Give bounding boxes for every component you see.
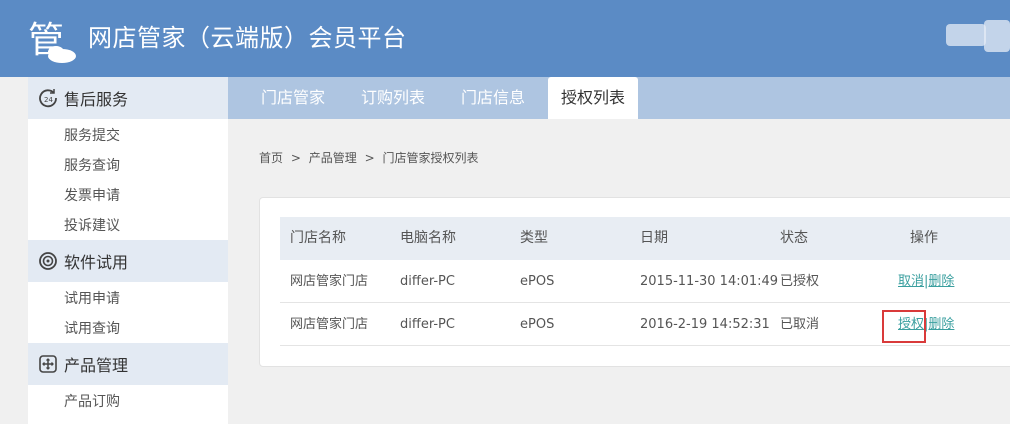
sidebar-item-service-query[interactable]: 服务查询 <box>64 156 120 176</box>
cell-date: 2015-11-30 14:01:49 <box>640 274 779 289</box>
delete-link[interactable]: 删除 <box>928 317 954 332</box>
sidebar: 24 售后服务 服务提交 服务查询 发票申请 投诉建议 软件试用 试用申请 试用… <box>28 77 228 424</box>
24h-clock-icon: 24 <box>38 88 58 108</box>
cell-store: 网店管家门店 <box>290 317 369 332</box>
cell-date: 2016-2-19 14:52:31 <box>640 317 770 332</box>
tab-store-info[interactable]: 门店信息 <box>446 77 540 119</box>
tab-auth-list[interactable]: 授权列表 <box>548 77 638 119</box>
column-header-store: 门店名称 <box>290 230 346 246</box>
breadcrumb: 首页 > 产品管理 > 门店管家授权列表 <box>259 149 482 166</box>
move-icon <box>38 354 58 374</box>
cell-store: 网店管家门店 <box>290 274 369 289</box>
logo-icon: 管 <box>28 20 76 63</box>
sidebar-section-trial[interactable]: 软件试用 <box>28 240 228 282</box>
table-row: 网店管家门店 differ-PC ePOS 2016-2-19 14:52:31… <box>280 303 1010 346</box>
tab-bar: 门店管家 订购列表 门店信息 授权列表 <box>228 77 1010 119</box>
tab-order-list[interactable]: 订购列表 <box>346 77 440 119</box>
cell-status: 已授权 <box>780 274 820 289</box>
breadcrumb-separator: > <box>290 151 301 165</box>
sidebar-section-product[interactable]: 产品管理 <box>28 343 228 385</box>
top-header: 管 网店管家（云端版）会员平台 <box>0 0 1010 77</box>
column-header-pc: 电脑名称 <box>400 230 456 246</box>
sidebar-section-after-sales[interactable]: 24 售后服务 <box>28 77 228 119</box>
column-header-actions: 操作 <box>910 230 938 246</box>
sidebar-item-trial-apply[interactable]: 试用申请 <box>64 289 120 309</box>
table-row: 网店管家门店 differ-PC ePOS 2015-11-30 14:01:4… <box>280 260 1010 303</box>
cell-pc: differ-PC <box>400 274 455 289</box>
cell-pc: differ-PC <box>400 317 455 332</box>
sidebar-item-product-order[interactable]: 产品订购 <box>64 392 120 412</box>
main-content: 首页 > 产品管理 > 门店管家授权列表 门店名称 电脑名称 类型 日期 状态 … <box>228 119 1010 424</box>
column-header-status: 状态 <box>780 230 808 246</box>
sidebar-section-label: 软件试用 <box>64 253 129 272</box>
breadcrumb-current: 门店管家授权列表 <box>382 151 479 165</box>
sidebar-item-trial-query[interactable]: 试用查询 <box>64 319 120 339</box>
table-header: 门店名称 电脑名称 类型 日期 状态 操作 <box>280 217 1010 260</box>
cell-type: ePOS <box>520 274 555 289</box>
breadcrumb-product-management[interactable]: 产品管理 <box>309 151 357 165</box>
sidebar-item-complaint[interactable]: 投诉建议 <box>64 216 120 236</box>
sidebar-item-invoice-request[interactable]: 发票申请 <box>64 186 120 206</box>
user-avatar[interactable] <box>940 18 1010 58</box>
column-header-date: 日期 <box>640 230 668 246</box>
cell-actions: 取消|删除 <box>898 260 954 303</box>
highlight-box <box>882 310 926 343</box>
auth-table: 门店名称 电脑名称 类型 日期 状态 操作 网店管家门店 differ-PC e… <box>280 217 1010 346</box>
sidebar-section-label: 售后服务 <box>64 90 129 109</box>
svg-text:24: 24 <box>44 96 53 104</box>
disc-icon <box>38 251 58 271</box>
breadcrumb-home[interactable]: 首页 <box>259 151 283 165</box>
tab-store-manager[interactable]: 门店管家 <box>246 77 340 119</box>
breadcrumb-separator: > <box>364 151 375 165</box>
delete-link[interactable]: 删除 <box>928 274 954 289</box>
cell-status: 已取消 <box>780 317 820 332</box>
sidebar-section-label: 产品管理 <box>64 356 129 375</box>
auth-list-panel: 门店名称 电脑名称 类型 日期 状态 操作 网店管家门店 differ-PC e… <box>259 197 1010 367</box>
sidebar-item-service-submit[interactable]: 服务提交 <box>64 126 120 146</box>
app-title: 网店管家（云端版）会员平台 <box>88 24 407 52</box>
cell-type: ePOS <box>520 317 555 332</box>
cancel-link[interactable]: 取消 <box>898 274 924 289</box>
column-header-type: 类型 <box>520 230 548 246</box>
